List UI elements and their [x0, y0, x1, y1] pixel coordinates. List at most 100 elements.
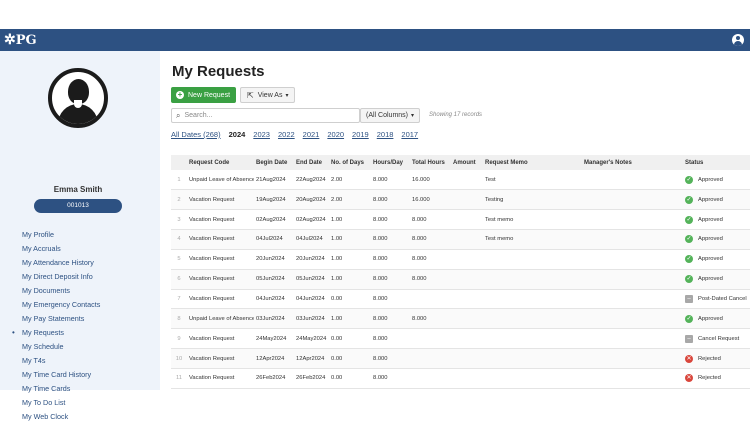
- status-text: Rejected: [698, 355, 721, 362]
- status-cell: ✓ Approved: [683, 249, 750, 270]
- table-cell: 03Jun2024: [254, 308, 294, 330]
- table-cell: 24May2024: [254, 328, 294, 350]
- year-filter: All Dates (268) 2024 2023 2022 2021 2020 2019 2…: [171, 130, 426, 139]
- sidebar-item-my-direct-deposit-info[interactable]: My Direct Deposit Info: [0, 270, 160, 284]
- column-header[interactable]: End Date: [294, 155, 329, 170]
- row-number: 11: [171, 368, 187, 389]
- table-cell: [582, 348, 683, 369]
- table-cell: [451, 229, 483, 250]
- table-cell: [582, 209, 683, 231]
- year-filter-link[interactable]: 2018: [377, 130, 394, 139]
- table-cell: 03Jun2024: [294, 308, 329, 330]
- year-filter-link[interactable]: 2024: [229, 130, 246, 139]
- table-cell: 21Aug2024: [254, 170, 294, 191]
- table-row[interactable]: 11 Vacation Request 26Feb2024 26Feb2024 0.00…: [171, 368, 750, 389]
- user-circle-icon[interactable]: [732, 34, 744, 46]
- table-cell: 04Jun2024: [254, 289, 294, 310]
- x-circle-icon: ✕: [685, 374, 693, 383]
- table-cell: 8.000: [371, 269, 410, 290]
- table-cell: [582, 189, 683, 211]
- table-row[interactable]: 4 Vacation Request 04Jul2024 04Jul2024 1.00 8…: [171, 229, 750, 250]
- year-filter-link[interactable]: 2021: [303, 130, 320, 139]
- top-navbar: ✲ PG: [0, 29, 750, 51]
- sidebar-item-my-attendance-history[interactable]: My Attendance History: [0, 256, 160, 270]
- minus-square-icon: –: [685, 294, 693, 303]
- table-cell: 26Feb2024: [294, 368, 329, 389]
- columns-select[interactable]: (All Columns) ▾: [360, 108, 420, 123]
- column-header[interactable]: Manager's Notes: [582, 155, 683, 170]
- sidebar-item-my-time-card-history[interactable]: My Time Card History: [0, 368, 160, 382]
- view-as-button[interactable]: ⇱ View As ▾: [240, 87, 295, 103]
- table-row[interactable]: 2 Vacation Request 19Aug2024 20Aug2024 2.00 8…: [171, 189, 750, 211]
- x-circle-icon: ✕: [685, 354, 693, 363]
- row-number: 2: [171, 189, 187, 211]
- search-input[interactable]: ⌕ Search...: [171, 108, 360, 123]
- requests-table: Request Code Begin Date End Date No. of Day…: [171, 155, 750, 389]
- year-filter-link[interactable]: 2019: [352, 130, 369, 139]
- table-cell: [451, 348, 483, 369]
- sidebar-item-my-emergency-contacts[interactable]: My Emergency Contacts: [0, 298, 160, 312]
- sidebar-item-my-documents[interactable]: My Documents: [0, 284, 160, 298]
- column-header[interactable]: No. of Days: [329, 155, 371, 170]
- sidebar-item-my-web-clock[interactable]: My Web Clock: [0, 410, 160, 422]
- sidebar-item-my-requests[interactable]: My Requests: [0, 326, 160, 340]
- table-cell: 26Feb2024: [254, 368, 294, 389]
- column-header[interactable]: Request Memo: [483, 155, 582, 170]
- check-circle-icon: ✓: [685, 195, 693, 204]
- sidebar-item-my-accruals[interactable]: My Accruals: [0, 242, 160, 256]
- table-cell: Vacation Request: [187, 328, 254, 350]
- column-header[interactable]: Hours/Day: [371, 155, 410, 170]
- table-cell: [582, 289, 683, 310]
- sidebar-item-my-profile[interactable]: My Profile: [0, 228, 160, 242]
- table-cell: 8.000: [371, 328, 410, 350]
- column-header[interactable]: Begin Date: [254, 155, 294, 170]
- table-cell: 8.000: [410, 229, 451, 250]
- table-row[interactable]: 3 Vacation Request 02Aug2024 02Aug2024 1.00 8…: [171, 209, 750, 231]
- employee-name: Emma Smith: [53, 185, 103, 194]
- sidebar-item-my-to-do-list[interactable]: My To Do List: [0, 396, 160, 410]
- year-filter-link[interactable]: 2022: [278, 130, 295, 139]
- year-filter-link[interactable]: 2017: [401, 130, 418, 139]
- year-filter-link[interactable]: 2020: [327, 130, 344, 139]
- sidebar-item-my-time-cards[interactable]: My Time Cards: [0, 382, 160, 396]
- table-row[interactable]: 7 Vacation Request 04Jun2024 04Jun2024 0.00 8…: [171, 289, 750, 310]
- sidebar-item-my-schedule[interactable]: My Schedule: [0, 340, 160, 354]
- table-row[interactable]: 9 Vacation Request 24May2024 24May2024 0.00 8…: [171, 328, 750, 350]
- status-text: Approved: [698, 276, 723, 283]
- app-logo[interactable]: ✲ PG: [4, 32, 37, 48]
- status-text: Approved: [698, 256, 723, 263]
- table-row[interactable]: 8 Unpaid Leave of Absence 03Jun2024 03Jun20…: [171, 308, 750, 330]
- status-text: Post-Dated Cancel: [698, 295, 747, 302]
- column-header[interactable]: Amount: [451, 155, 483, 170]
- table-cell: Vacation Request: [187, 348, 254, 369]
- check-circle-icon: ✓: [685, 215, 693, 224]
- sidebar: Emma Smith 001013 My Profile My Accruals M…: [0, 51, 160, 421]
- column-header[interactable]: Request Code: [187, 155, 254, 170]
- table-cell: [483, 289, 582, 310]
- table-cell: [451, 368, 483, 389]
- column-header[interactable]: [171, 155, 187, 170]
- sidebar-item-my-t4s[interactable]: My T4s: [0, 354, 160, 368]
- table-cell: 8.000: [410, 209, 451, 231]
- table-cell: 02Aug2024: [254, 209, 294, 231]
- table-cell: 02Aug2024: [294, 209, 329, 231]
- column-header[interactable]: Total Hours: [410, 155, 451, 170]
- check-circle-icon: ✓: [685, 175, 693, 184]
- table-row[interactable]: 1 Unpaid Leave of Absence 21Aug2024 22Aug20…: [171, 170, 750, 191]
- year-filter-link[interactable]: All Dates (268): [171, 130, 221, 139]
- table-cell: 24May2024: [294, 328, 329, 350]
- sidebar-item-my-pay-statements[interactable]: My Pay Statements: [0, 312, 160, 326]
- row-number: 5: [171, 249, 187, 270]
- table-row[interactable]: 10 Vacation Request 12Apr2024 12Apr2024 0.00…: [171, 348, 750, 369]
- table-cell: Vacation Request: [187, 189, 254, 211]
- column-header[interactable]: Status: [683, 155, 750, 170]
- year-filter-link[interactable]: 2023: [253, 130, 270, 139]
- new-request-button[interactable]: + New Request: [171, 87, 236, 103]
- row-number: 7: [171, 289, 187, 310]
- table-row[interactable]: 5 Vacation Request 20Jun2024 20Jun2024 1.00 8…: [171, 249, 750, 270]
- table-row[interactable]: 6 Vacation Request 05Jun2024 05Jun2024 1.00 8…: [171, 269, 750, 290]
- table-cell: 0.00: [329, 368, 371, 389]
- table-cell: 2.00: [329, 170, 371, 191]
- table-cell: 20Jun2024: [254, 249, 294, 270]
- status-cell: – Cancel Request: [683, 328, 750, 350]
